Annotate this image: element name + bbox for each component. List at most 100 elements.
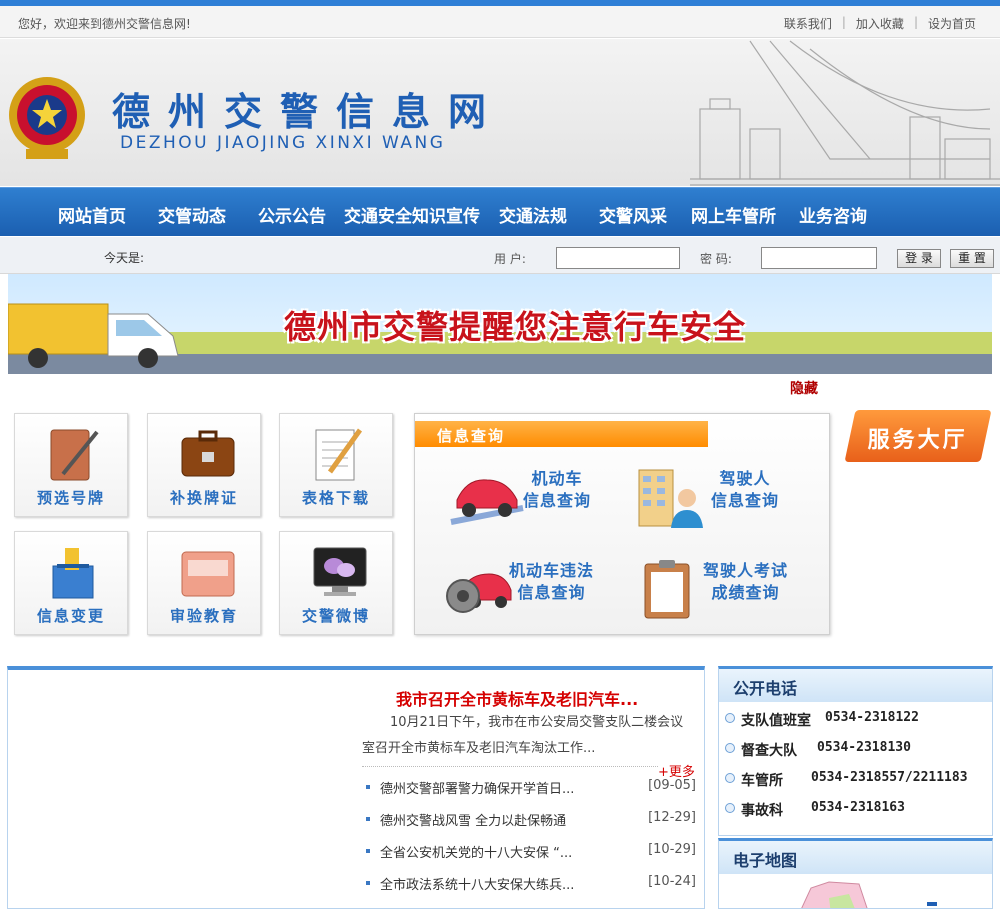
- list-item[interactable]: 全省公安机关党的十八大安保 “... [10-29]: [366, 842, 696, 874]
- query-line: 驾驶人考试: [703, 561, 789, 580]
- query-line: 机动车违法: [509, 561, 595, 580]
- login-button[interactable]: 登 录: [897, 249, 941, 268]
- query-line: 机动车: [531, 469, 583, 488]
- map-thumbnail[interactable]: [719, 874, 993, 909]
- bullet-icon: [725, 773, 735, 783]
- today-label: 今天是:: [104, 251, 145, 265]
- nav-online-vehicle-office[interactable]: 网上车管所: [691, 202, 799, 227]
- news-item-title: 全省公安机关党的十八大安保 “...: [380, 846, 573, 861]
- e-map-title: 电子地图: [719, 841, 992, 874]
- news-headline[interactable]: 我市召开全市黄标车及老旧汽车...: [396, 686, 638, 710]
- phone-name: 支队值班室: [741, 713, 811, 729]
- news-item-date: [09-05]: [648, 778, 696, 793]
- service-hall-button[interactable]: 服务大厅: [844, 410, 992, 462]
- tile-label: 审验教育: [169, 607, 238, 625]
- nav-consulting[interactable]: 业务咨询: [799, 202, 879, 227]
- tile-plate-preselect[interactable]: 预选号牌: [14, 413, 128, 517]
- tile-form-download[interactable]: 表格下载: [279, 413, 393, 517]
- phone-name: 车管所: [741, 773, 783, 789]
- info-query-panel: 信息查询 机动车 信息查询 驾驶人 信息查询 机动车违法 信息查询 驾驶人考试 …: [414, 413, 830, 635]
- site-logo-chinese: 德州交警信息网: [112, 89, 505, 134]
- nav-traffic-law[interactable]: 交通法规: [499, 202, 599, 227]
- news-item-date: [10-29]: [648, 842, 696, 857]
- welcome-text: 您好，欢迎来到德州交警信息网!: [18, 17, 191, 31]
- police-emblem-icon: [9, 77, 85, 159]
- reset-button[interactable]: 重 置: [950, 249, 994, 268]
- phone-name: 督查大队: [741, 743, 797, 759]
- list-item[interactable]: 德州交警战风雪 全力以赴保畅通 [12-29]: [366, 810, 696, 842]
- list-item: 事故科 0534-2318163: [723, 798, 992, 828]
- phone-number: 0534-2318557/2211183: [811, 770, 968, 785]
- truck-icon: [8, 303, 179, 368]
- notepad-pencil-icon: [315, 428, 363, 481]
- main-nav: 网站首页 交管动态 公示公告 交通安全知识宣传 交通法规 交警风采 网上车管所 …: [0, 187, 1000, 236]
- tile-label: 预选号牌: [36, 489, 105, 507]
- driver-exam-score-query-link[interactable]: 驾驶人考试 成绩查询: [703, 560, 788, 604]
- password-label: 密 码:: [700, 252, 732, 266]
- site-header: 德州交警信息网 DEZHOU JIAOJING XINXI WANG: [0, 39, 1000, 186]
- folder-icon: [181, 551, 235, 597]
- phone-number: 0534-2318163: [811, 800, 905, 815]
- list-item: 支队值班室 0534-2318122: [723, 708, 992, 738]
- news-item-date: [10-24]: [648, 874, 696, 889]
- contact-us-link[interactable]: 联系我们: [784, 15, 832, 32]
- top-links: 联系我们 | 加入收藏 | 设为首页: [784, 15, 976, 32]
- add-favorite-link[interactable]: 加入收藏: [856, 15, 904, 32]
- site-logo-pinyin: DEZHOU JIAOJING XINXI WANG: [120, 133, 446, 153]
- service-hall-label: 服务大厅: [867, 428, 968, 453]
- tile-label: 交警微博: [301, 607, 370, 625]
- city-skyline-illustration: [690, 40, 1000, 186]
- public-phone-panel: 公开电话 支队值班室 0534-2318122 督查大队 0534-2318130 …: [718, 666, 993, 836]
- tile-inspection-education[interactable]: 审验教育: [147, 531, 261, 635]
- query-line: 信息查询: [523, 491, 592, 510]
- tile-label: 信息变更: [36, 607, 105, 625]
- phone-number: 0534-2318130: [817, 740, 911, 755]
- list-item: 车管所 0534-2318557/2211183: [723, 768, 992, 798]
- driver-info-query-link[interactable]: 驾驶人 信息查询: [711, 468, 779, 512]
- query-line: 驾驶人: [719, 469, 771, 488]
- list-bullet: [366, 785, 370, 789]
- set-homepage-link[interactable]: 设为首页: [928, 15, 976, 32]
- e-map-panel: 电子地图: [718, 838, 993, 909]
- news-list: 德州交警部署警力确保开学首日... [09-05] 德州交警战风雪 全力以赴保畅通…: [366, 778, 696, 906]
- news-item-date: [12-29]: [648, 810, 696, 825]
- banner-slogan: 德州市交警提醒您注意行车安全: [284, 308, 747, 346]
- list-item[interactable]: 全市政法系统十八大安保大练兵... [10-24]: [366, 874, 696, 906]
- vehicle-violation-query-link[interactable]: 机动车违法 信息查询: [509, 560, 594, 604]
- list-bullet: [366, 849, 370, 853]
- hide-banner-link[interactable]: 隐藏: [790, 378, 818, 398]
- car-icon: [450, 479, 524, 525]
- news-summary: 10月21日下午，我市在市公安局交警支队二楼会议室召开全市黄标车及老旧汽车淘汰工…: [362, 715, 684, 756]
- nav-traffic-news[interactable]: 交管动态: [158, 202, 258, 227]
- query-line: 信息查询: [517, 583, 586, 602]
- news-panel: 我市召开全市黄标车及老旧汽车... 10月21日下午，我市在市公安局交警支队二楼…: [7, 666, 705, 909]
- password-input[interactable]: [761, 247, 877, 269]
- driver-icon: [638, 469, 703, 528]
- list-bullet: [366, 817, 370, 821]
- login-bar: 今天是: 用 户: 密 码: 登 录 重 置: [0, 237, 1000, 274]
- news-item-title: 德州交警战风雪 全力以赴保畅通: [380, 814, 567, 829]
- briefcase-icon: [181, 430, 235, 477]
- phone-list: 支队值班室 0534-2318122 督查大队 0534-2318130 车管所 05…: [719, 702, 992, 828]
- ballot-box-icon: [52, 548, 94, 599]
- phone-number: 0534-2318122: [825, 710, 919, 725]
- username-label: 用 户:: [494, 252, 526, 266]
- notebook-pen-icon: [50, 429, 99, 481]
- vehicle-info-query-link[interactable]: 机动车 信息查询: [523, 468, 591, 512]
- nav-safety-knowledge[interactable]: 交通安全知识宣传: [344, 202, 499, 227]
- query-line: 信息查询: [711, 491, 780, 510]
- monitor-chat-icon: [313, 547, 367, 596]
- public-phone-title: 公开电话: [719, 669, 992, 702]
- list-item[interactable]: 德州交警部署警力确保开学首日... [09-05]: [366, 778, 696, 810]
- nav-police-style[interactable]: 交警风采: [599, 202, 691, 227]
- query-line: 成绩查询: [711, 583, 780, 602]
- nav-announcements[interactable]: 公示公告: [258, 202, 344, 227]
- nav-home[interactable]: 网站首页: [58, 202, 158, 227]
- news-item-title: 德州交警部署警力确保开学首日...: [380, 782, 575, 797]
- username-input[interactable]: [556, 247, 680, 269]
- list-item: 督查大队 0534-2318130: [723, 738, 992, 768]
- tile-info-change[interactable]: 信息变更: [14, 531, 128, 635]
- bullet-icon: [725, 743, 735, 753]
- tile-replace-license[interactable]: 补换牌证: [147, 413, 261, 517]
- tile-police-weibo[interactable]: 交警微博: [279, 531, 393, 635]
